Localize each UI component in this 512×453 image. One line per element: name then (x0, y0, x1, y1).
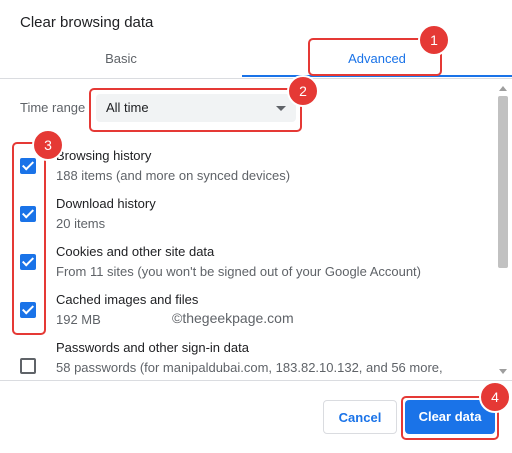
cached-images-checkbox[interactable] (20, 302, 36, 318)
item-description: 20 items (56, 216, 106, 231)
data-types-list: Browsing history 188 items (and more on … (0, 140, 495, 378)
list-item-download-history: Download history 20 items (0, 188, 495, 236)
item-description: 58 passwords (for manipaldubai.com, 183.… (56, 360, 443, 375)
scrollbar-thumb[interactable] (498, 96, 508, 268)
dropdown-arrow-icon (276, 106, 286, 111)
item-title: Passwords and other sign-in data (56, 340, 249, 355)
item-title: Cached images and files (56, 292, 199, 307)
time-range-value: All time (106, 100, 149, 115)
clear-browsing-data-dialog: Clear browsing data Basic Advanced Time … (0, 0, 512, 453)
step-badge-2: 2 (287, 75, 319, 107)
list-item-browsing-history: Browsing history 188 items (and more on … (0, 140, 495, 188)
step-badge-1: 1 (418, 24, 450, 56)
time-range-label: Time range (20, 100, 86, 115)
tab-advanced[interactable]: Advanced (242, 44, 512, 78)
item-title: Cookies and other site data (56, 244, 215, 259)
item-title: Download history (56, 196, 156, 211)
scroll-down-arrow-icon[interactable] (499, 369, 507, 374)
active-tab-indicator (242, 75, 512, 77)
item-description: From 11 sites (you won't be signed out o… (56, 264, 421, 279)
list-item-cookies: Cookies and other site data From 11 site… (0, 236, 495, 284)
step-badge-4: 4 (479, 381, 511, 413)
browsing-history-checkbox[interactable] (20, 158, 36, 174)
cookies-checkbox[interactable] (20, 254, 36, 270)
list-item-passwords: Passwords and other sign-in data 58 pass… (0, 332, 495, 378)
item-description: 192 MB (56, 312, 101, 327)
scroll-up-arrow-icon[interactable] (499, 86, 507, 91)
step-badge-3: 3 (32, 129, 64, 161)
cancel-button[interactable]: Cancel (323, 400, 397, 434)
dialog-title: Clear browsing data (20, 14, 154, 31)
watermark: ©thegeekpage.com (172, 310, 294, 326)
download-history-checkbox[interactable] (20, 206, 36, 222)
item-description: 188 items (and more on synced devices) (56, 168, 291, 183)
passwords-checkbox[interactable] (20, 358, 36, 374)
footer-divider (0, 380, 512, 381)
time-range-select[interactable]: All time (96, 94, 296, 122)
item-title: Browsing history (56, 148, 152, 163)
tab-basic[interactable]: Basic (0, 44, 242, 78)
list-scrollbar[interactable] (495, 84, 512, 376)
